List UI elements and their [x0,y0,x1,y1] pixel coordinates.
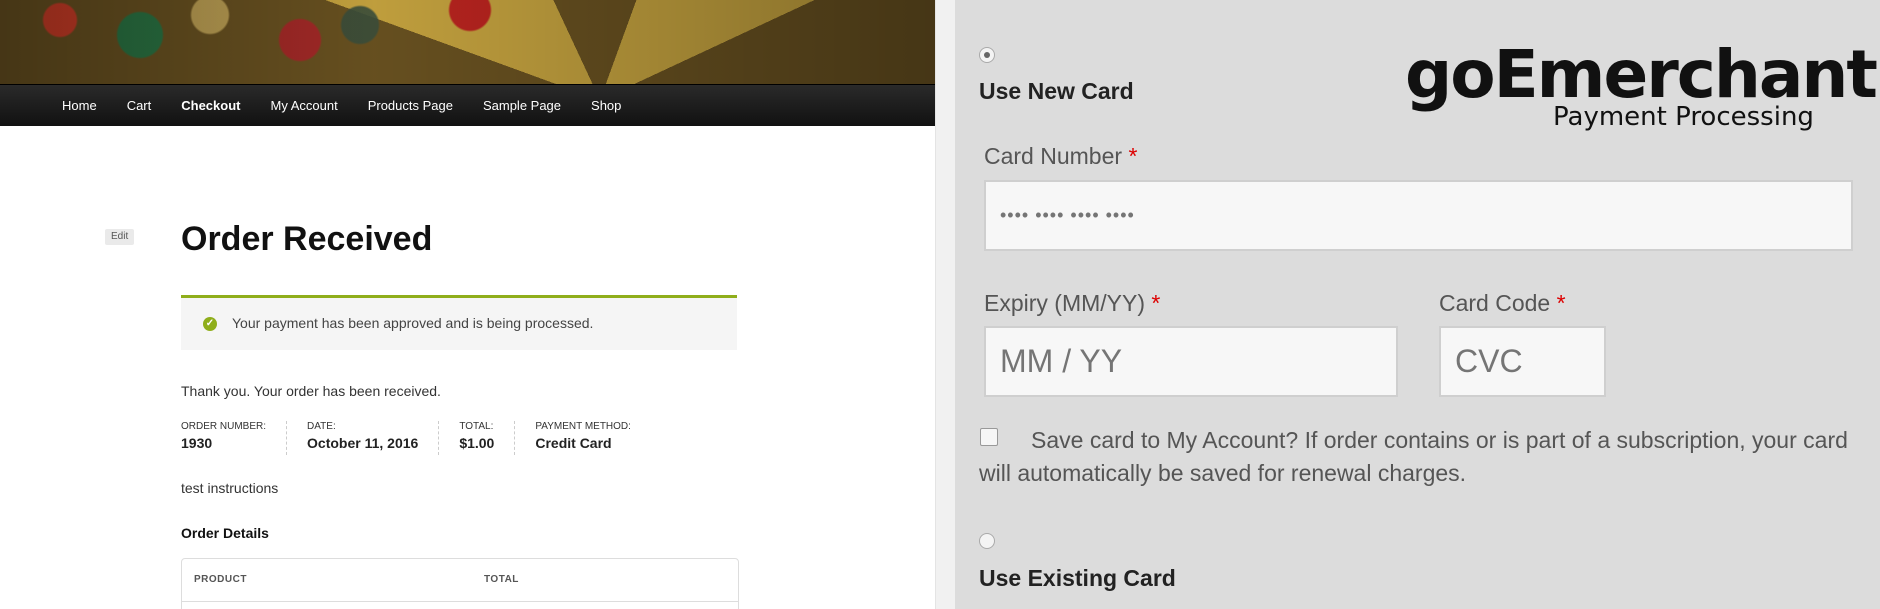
nav-home[interactable]: Home [62,98,97,113]
order-details-table: PRODUCT TOTAL [181,558,739,609]
order-total: TOTAL: $1.00 [459,421,516,455]
card-number-input[interactable] [984,180,1853,251]
order-date: DATE: October 11, 2016 [307,421,440,455]
notice-message: Your payment has been approved and is be… [232,315,594,331]
use-existing-card-radio[interactable] [979,533,995,549]
payment-method: PAYMENT METHOD: Credit Card [535,421,651,455]
payment-method-value: Credit Card [535,435,612,451]
card-code-label-text: Card Code [1439,290,1551,316]
expiry-label-text: Expiry (MM/YY) [984,290,1145,316]
main-nav: Home Cart Checkout My Account Products P… [0,84,935,126]
order-number-value: 1930 [181,435,213,451]
card-code-label: Card Code * [1439,290,1566,317]
success-notice: ✓ Your payment has been approved and is … [181,295,737,350]
order-date-label: DATE: [307,421,336,432]
order-received-page: Home Cart Checkout My Account Products P… [0,0,935,609]
nav-cart[interactable]: Cart [127,98,152,113]
card-number-label: Card Number * [984,143,1137,170]
required-mark: * [1151,290,1161,316]
required-mark: * [1556,290,1566,316]
card-number-label-text: Card Number [984,143,1123,169]
column-total: TOTAL [484,574,519,585]
table-header: PRODUCT TOTAL [182,559,738,602]
use-existing-card-label[interactable]: Use Existing Card [979,565,1176,592]
payment-method-label: PAYMENT METHOD: [535,421,631,432]
save-card-text: Save card to My Account? If order contai… [979,427,1848,486]
panel-divider [935,0,955,609]
header-image [0,0,935,84]
nav-sample-page[interactable]: Sample Page [483,98,561,113]
use-new-card-label[interactable]: Use New Card [979,78,1134,105]
payment-form-panel: Use New Card goEmerchant Payment Process… [955,0,1880,609]
order-number: ORDER NUMBER: 1930 [181,421,288,455]
required-mark: * [1128,143,1138,169]
order-date-value: October 11, 2016 [307,435,419,451]
nav-my-account[interactable]: My Account [270,98,337,113]
expiry-label: Expiry (MM/YY) * [984,290,1160,317]
page-title: Order Received [181,220,433,258]
logo-tagline: Payment Processing [1553,102,1814,132]
goemerchant-logo: goEmerchant Payment Processing [1405,36,1878,146]
nav-shop[interactable]: Shop [591,98,621,113]
order-number-label: ORDER NUMBER: [181,421,267,432]
thank-you-text: Thank you. Your order has been received. [181,383,441,399]
nav-products-page[interactable]: Products Page [368,98,453,113]
payment-instructions: test instructions [181,480,279,496]
order-total-value: $1.00 [459,435,495,451]
check-circle-icon: ✓ [203,317,217,331]
use-new-card-radio[interactable] [979,47,995,63]
edit-link[interactable]: Edit [105,229,135,245]
nav-checkout[interactable]: Checkout [181,98,240,113]
order-details-title: Order Details [181,525,269,541]
order-total-label: TOTAL: [459,421,494,432]
column-product: PRODUCT [194,574,247,585]
expiry-input[interactable] [984,326,1398,397]
card-code-input[interactable] [1439,326,1606,397]
order-overview: ORDER NUMBER: 1930 DATE: October 11, 201… [181,421,671,455]
